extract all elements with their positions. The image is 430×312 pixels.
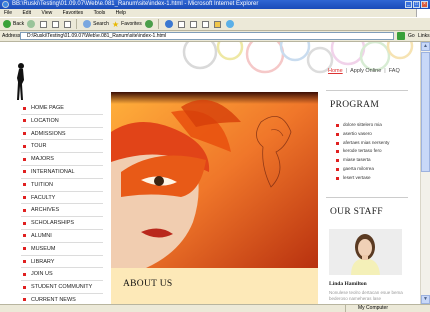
- staff-description: Nonulese teolro dertacan esue bema beder…: [329, 290, 403, 301]
- window-titlebar: BB:\Ruski\Testing\01.09.07\Web\e.081_Ran…: [0, 0, 430, 9]
- mail-icon: [177, 20, 185, 28]
- nav-item-archives[interactable]: ARCHIVES: [21, 204, 103, 218]
- close-button[interactable]: ×: [421, 1, 428, 8]
- program-item[interactable]: gaerta milorrea: [333, 165, 413, 174]
- links-button[interactable]: Links: [418, 33, 430, 39]
- staff-photo[interactable]: [329, 229, 402, 275]
- folder-button[interactable]: [213, 20, 223, 28]
- messenger-icon: [225, 20, 234, 28]
- nav-item-alumni[interactable]: ALUMNI: [21, 230, 103, 243]
- back-arrow-icon: [3, 20, 11, 28]
- nav-item-library[interactable]: LIBRARY: [21, 256, 103, 269]
- stop-icon: [40, 20, 48, 28]
- main-nav: HOME PAGE LOCATION ADMISSIONS TOUR MAJOR…: [21, 102, 103, 304]
- nav-item-tuition[interactable]: TUITION: [21, 179, 103, 192]
- about-us-section: ABOUT US: [111, 268, 318, 304]
- nav-item-museum[interactable]: MUSEUM: [21, 243, 103, 256]
- nav-item-faculty[interactable]: FACULTY: [21, 192, 103, 205]
- top-link-home[interactable]: Home: [328, 68, 343, 74]
- program-item[interactable]: afertaes mias nersenty: [333, 139, 413, 148]
- refresh-icon: [52, 20, 60, 28]
- print-button[interactable]: [189, 20, 199, 28]
- windows-logo-icon: [416, 9, 430, 17]
- program-item[interactable]: kerode tertaso fero: [333, 147, 413, 156]
- history-button[interactable]: [164, 20, 175, 28]
- security-zone: My Computer: [345, 305, 430, 312]
- scroll-thumb[interactable]: [421, 52, 430, 172]
- menu-bar: File Edit View Favorites Tools Help: [0, 9, 430, 17]
- nav-item-tour[interactable]: TOUR: [21, 140, 103, 154]
- nav-item-home-page[interactable]: HOME PAGE: [21, 102, 103, 115]
- stop-button[interactable]: [40, 20, 49, 28]
- program-item[interactable]: lesert vertase: [333, 174, 413, 183]
- address-label: Address: [2, 33, 21, 39]
- program-item[interactable]: miase taserta: [333, 156, 413, 165]
- back-button[interactable]: Back: [3, 20, 24, 28]
- nav-item-admissions[interactable]: ADMISSIONS: [21, 128, 103, 141]
- go-arrow-icon[interactable]: [397, 32, 405, 40]
- logo-silhouette-icon[interactable]: [14, 62, 28, 102]
- our-staff-title: OUR STAFF: [330, 207, 383, 217]
- browser-toolbar: Back Search ★ Favorites: [0, 17, 430, 31]
- top-link-apply-online[interactable]: Apply Online: [350, 68, 381, 74]
- address-bar: Address D:\Ruski\Testing\01.09.07\Web\e.…: [0, 31, 430, 42]
- scroll-down-icon[interactable]: ▼: [421, 295, 430, 304]
- search-button[interactable]: Search: [83, 20, 109, 28]
- go-button[interactable]: Go: [408, 33, 415, 39]
- history-icon: [164, 20, 173, 28]
- staff-name: Linda Hamilton: [329, 281, 367, 287]
- menu-edit[interactable]: Edit: [22, 9, 31, 17]
- window-title: BB:\Ruski\Testing\01.09.07\Web\e.081_Ran…: [12, 1, 259, 7]
- top-links: Home | Apply Online | FAQ: [328, 68, 400, 74]
- refresh-button[interactable]: [52, 20, 61, 28]
- forward-button[interactable]: [27, 20, 37, 28]
- home-button[interactable]: [64, 20, 73, 28]
- nav-item-international[interactable]: INTERNATIONAL: [21, 166, 103, 179]
- scroll-up-icon[interactable]: ▲: [421, 42, 430, 51]
- favorites-button[interactable]: ★ Favorites: [112, 20, 142, 29]
- search-icon: [83, 20, 92, 28]
- star-icon: ★: [111, 19, 120, 29]
- address-input[interactable]: D:\Ruski\Testing\01.09.07\Web\e.081_Ranu…: [20, 32, 394, 40]
- status-bar: My Computer: [0, 304, 430, 312]
- menu-help[interactable]: Help: [116, 9, 126, 17]
- hero-image: [111, 92, 318, 268]
- edit-icon: [201, 20, 209, 28]
- nav-item-student-community[interactable]: STUDENT COMMUNITY: [21, 281, 103, 294]
- maximize-button[interactable]: □: [413, 1, 420, 8]
- top-link-faq[interactable]: FAQ: [389, 68, 400, 74]
- minimize-button[interactable]: _: [405, 1, 412, 8]
- nav-item-scholarships[interactable]: SCHOLARSHIPS: [21, 217, 103, 230]
- media-icon: [144, 20, 153, 28]
- edit-button[interactable]: [201, 20, 211, 28]
- forward-arrow-icon: [27, 20, 36, 28]
- nav-item-join-us[interactable]: JOIN US: [21, 268, 103, 282]
- folder-icon: [213, 20, 221, 28]
- vertical-scrollbar[interactable]: ▲ ▼: [420, 42, 430, 304]
- right-divider-top: [326, 90, 408, 91]
- right-divider-mid: [326, 197, 408, 198]
- home-icon: [64, 20, 72, 28]
- program-item[interactable]: dolore sittelero mia: [333, 121, 413, 130]
- menu-file[interactable]: File: [4, 9, 12, 17]
- menu-favorites[interactable]: Favorites: [63, 9, 84, 17]
- nav-item-location[interactable]: LOCATION: [21, 115, 103, 128]
- media-button[interactable]: [144, 20, 155, 28]
- messenger-button[interactable]: [225, 20, 236, 28]
- ie-logo-icon: [2, 1, 9, 8]
- menu-tools[interactable]: Tools: [94, 9, 106, 17]
- print-icon: [189, 20, 197, 28]
- about-us-title: ABOUT US: [123, 279, 173, 289]
- menu-view[interactable]: View: [41, 9, 52, 17]
- page-viewport: Home | Apply Online | FAQ HOME PAGE LOCATION…: [0, 42, 420, 304]
- nav-item-majors[interactable]: MAJORS: [21, 153, 103, 166]
- decorative-circles: [182, 42, 414, 74]
- mail-button[interactable]: [177, 20, 187, 28]
- program-item[interactable]: asertio vasero: [333, 130, 413, 139]
- program-list: dolore sittelero mia asertio vasero afer…: [333, 121, 413, 183]
- nav-item-current-news[interactable]: CURRENT NEWS: [21, 294, 103, 304]
- program-title: PROGRAM: [330, 100, 380, 110]
